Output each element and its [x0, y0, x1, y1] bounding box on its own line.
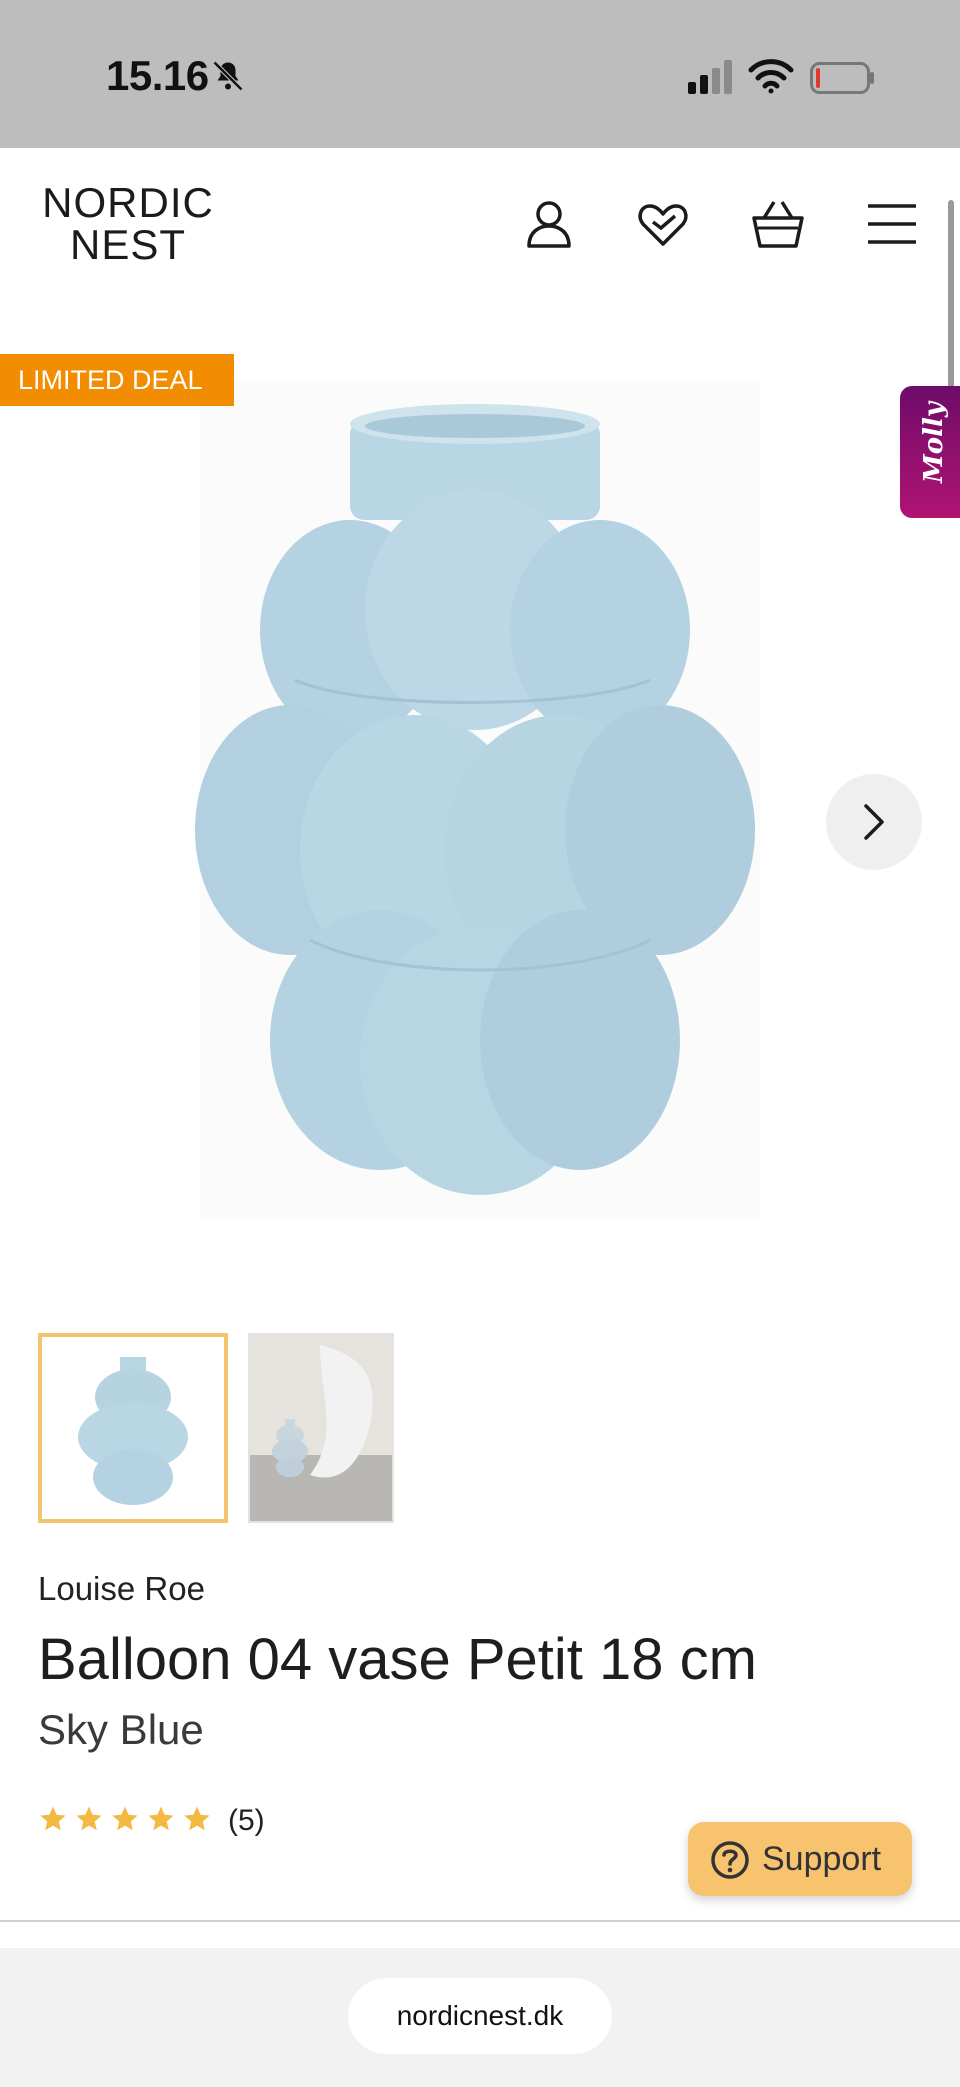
- next-image-button[interactable]: [826, 774, 922, 870]
- divider: [0, 1920, 960, 1922]
- question-icon: [711, 1841, 749, 1879]
- logo-line-2: NEST: [69, 221, 186, 268]
- star-icon: [76, 1806, 102, 1831]
- wifi-icon: [748, 59, 794, 94]
- star-icon: [40, 1806, 66, 1831]
- limited-deal-badge: LIMITED DEAL: [0, 354, 234, 406]
- battery-icon: [810, 62, 874, 94]
- product-brand[interactable]: Louise Roe: [38, 1570, 205, 1608]
- status-time: 15.16: [106, 52, 209, 99]
- product-image[interactable]: [180, 380, 780, 1220]
- site-header: NORDIC NEST: [0, 148, 960, 308]
- basket-icon[interactable]: [750, 196, 806, 252]
- thumbnail-2[interactable]: [248, 1333, 394, 1523]
- logo-line-1: NORDIC: [42, 179, 214, 226]
- product-title: Balloon 04 vase Petit 18 cm: [38, 1627, 757, 1692]
- product-variant: Sky Blue: [38, 1706, 204, 1753]
- support-label: Support: [762, 1840, 882, 1878]
- cellular-signal-icon: [688, 60, 732, 94]
- chevron-right-icon: [864, 804, 884, 840]
- site-logo[interactable]: NORDIC NEST: [36, 182, 220, 266]
- review-count[interactable]: (5): [228, 1804, 265, 1838]
- account-icon[interactable]: [521, 196, 577, 252]
- wishlist-heart-icon[interactable]: [635, 196, 691, 252]
- support-button[interactable]: Support: [688, 1822, 912, 1896]
- star-icon: [112, 1806, 138, 1831]
- status-bar: 15.16: [0, 0, 960, 148]
- star-icon: [184, 1806, 210, 1831]
- browser-url-field[interactable]: nordicnest.dk: [348, 1978, 612, 2054]
- molly-assistant-tab[interactable]: Molly: [900, 386, 960, 518]
- menu-icon[interactable]: [864, 196, 920, 252]
- rating-stars[interactable]: [38, 1804, 212, 1838]
- bell-muted-icon: [212, 60, 244, 92]
- star-icon: [148, 1806, 174, 1831]
- thumbnail-1-active[interactable]: [38, 1333, 228, 1523]
- molly-tab-label: Molly: [919, 402, 949, 483]
